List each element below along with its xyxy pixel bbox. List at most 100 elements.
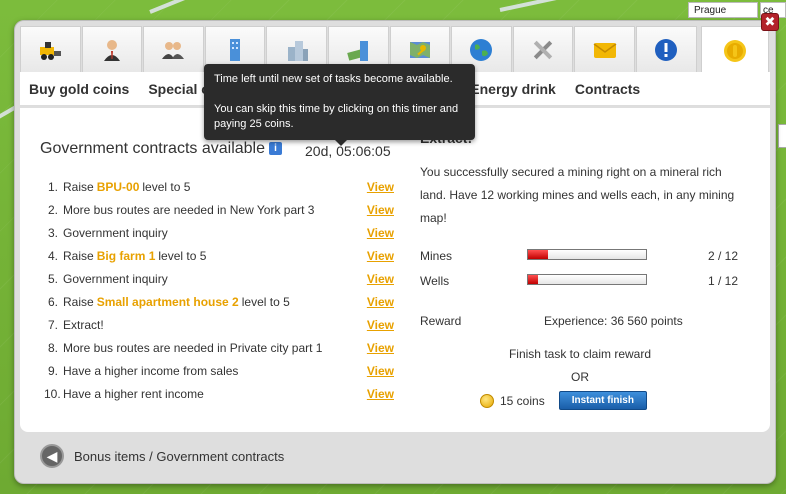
task-text: Have a higher income from sales [63, 363, 239, 378]
finish-instruction: Finish task to claim reward [508, 347, 652, 361]
task-number: 6. [47, 294, 58, 309]
tools-icon [533, 40, 553, 59]
mail-icon [593, 42, 617, 58]
progress-row-wells: Wells 1 / 12 [420, 271, 750, 291]
contracts-list-panel: Government contracts available i 20d, 05:… [20, 108, 410, 432]
map-city-label[interactable]: Prague [688, 2, 758, 18]
task-text-suffix: level to 5 [158, 248, 207, 263]
tab-help[interactable] [635, 26, 697, 72]
tab-profile[interactable] [81, 26, 143, 72]
task-highlight: BPU-00 [96, 179, 140, 194]
footer-bar: ◀ Bonus items / Government contracts [20, 436, 770, 476]
task-number: 8. [47, 340, 58, 355]
tab-friends[interactable] [143, 26, 204, 72]
tab-settings[interactable] [512, 26, 574, 72]
tab-messages[interactable] [574, 26, 635, 72]
view-link[interactable]: View [367, 387, 394, 401]
businessman-icon [103, 39, 120, 61]
contracts-title-text: Government contracts available [40, 140, 265, 157]
task-item: 9. Have a higher income from sales View [44, 359, 394, 382]
task-text: Raise [63, 294, 94, 309]
progress-row-mines: Mines 2 / 12 [420, 246, 750, 266]
task-detail-panel: Extract! You successfully secured a mini… [420, 108, 760, 432]
instant-finish-button[interactable]: Instant finish [558, 391, 647, 410]
contracts-timer[interactable]: 20d, 05:06:05 [305, 143, 391, 159]
task-text-suffix: level to 5 [241, 294, 290, 309]
task-item: 10. Have a higher rent income View [44, 382, 394, 405]
coin-icon [480, 393, 494, 408]
view-link[interactable]: View [367, 318, 394, 332]
task-highlight: Big farm 1 [96, 248, 156, 263]
task-number: 1. [47, 179, 58, 194]
instant-finish-row: 15 coins Instant finish [480, 391, 647, 410]
task-number: 7. [47, 317, 58, 332]
map-key-icon [409, 41, 430, 58]
task-item: 4. Raise Big farm 1 level to 5 View [44, 244, 394, 267]
progress-bar [527, 274, 647, 285]
view-link[interactable]: View [367, 341, 394, 355]
task-item: 3. Government inquiry View [44, 221, 394, 244]
globe-icon [470, 38, 493, 61]
money-buildings-icon [347, 40, 369, 61]
task-number: 5. [47, 271, 58, 286]
progress-count: 1 / 12 [707, 274, 738, 288]
task-highlight: Small apartment house 2 [96, 294, 239, 309]
skyscraper-icon [230, 38, 241, 61]
view-link[interactable]: View [367, 295, 394, 309]
task-text: Government inquiry [63, 225, 168, 240]
info-icon[interactable]: i [269, 142, 282, 155]
users-icon [162, 41, 185, 59]
close-button[interactable]: ✖ [761, 13, 779, 31]
task-item: 6. Raise Small apartment house 2 level to 5… [44, 290, 394, 313]
task-text: Government inquiry [63, 271, 168, 286]
progress-label: Mines [420, 249, 453, 263]
task-text: More bus routes are needed in New York p… [63, 202, 315, 217]
view-link[interactable]: View [367, 203, 394, 217]
task-text: Have a higher rent income [63, 386, 204, 401]
back-button[interactable]: ◀ [40, 444, 64, 468]
view-link[interactable]: View [367, 180, 394, 194]
view-link[interactable]: View [367, 226, 394, 240]
task-description: You successfully secured a mining right … [420, 165, 735, 225]
progress-fill [528, 275, 538, 284]
task-item: 5. Government inquiry View [44, 267, 394, 290]
view-link[interactable]: View [367, 249, 394, 263]
view-link[interactable]: View [367, 272, 394, 286]
timer-tooltip: Time left until new set of tasks become … [204, 64, 475, 146]
breadcrumb: Bonus items / Government contracts [74, 448, 285, 464]
task-number: 9. [47, 363, 58, 378]
tooltip-line-1: Time left until new set of tasks become … [214, 73, 453, 85]
progress-label: Wells [420, 274, 450, 288]
task-text: More bus routes are needed in Private ci… [63, 340, 323, 355]
or-separator: OR [571, 370, 589, 384]
bulldozer-icon [40, 41, 62, 60]
progress-bar [527, 249, 647, 260]
reward-value: Experience: 36 560 points [544, 314, 683, 328]
contracts-title: Government contracts available i [40, 140, 282, 158]
progress-fill [528, 250, 548, 259]
reward-label: Reward [420, 314, 462, 328]
task-item: 1. Raise BPU-00 level to 5 View [44, 175, 394, 198]
subnav-contracts[interactable]: Contracts [575, 81, 640, 97]
task-item: 8. More bus routes are needed in Private … [44, 336, 394, 359]
tooltip-arrow [335, 140, 347, 146]
tab-construction[interactable] [20, 26, 81, 72]
buildings-icon [287, 40, 308, 61]
reward-row: Reward Experience: 36 560 points [420, 314, 750, 328]
task-number: 4. [47, 248, 58, 263]
gold-coin-icon [723, 39, 746, 62]
map-side-tab[interactable] [778, 124, 786, 148]
task-number: 2. [47, 202, 58, 217]
tooltip-line-2: You can skip this time by clicking on th… [214, 103, 459, 130]
subnav-buy-gold-coins[interactable]: Buy gold coins [29, 81, 129, 97]
tab-bonus[interactable] [700, 26, 769, 74]
content-area: Government contracts available i 20d, 05:… [20, 108, 770, 432]
task-number: 3. [47, 225, 58, 240]
task-list: 1. Raise BPU-00 level to 5 View 2. More bus ro… [44, 175, 394, 405]
task-item: 7. Extract! View [44, 313, 394, 336]
coin-cost: 15 coins [500, 393, 545, 408]
subnav-energy-drink[interactable]: Energy drink [470, 81, 556, 97]
view-link[interactable]: View [367, 364, 394, 378]
task-text: Raise [63, 179, 94, 194]
task-text: Extract! [63, 317, 104, 332]
